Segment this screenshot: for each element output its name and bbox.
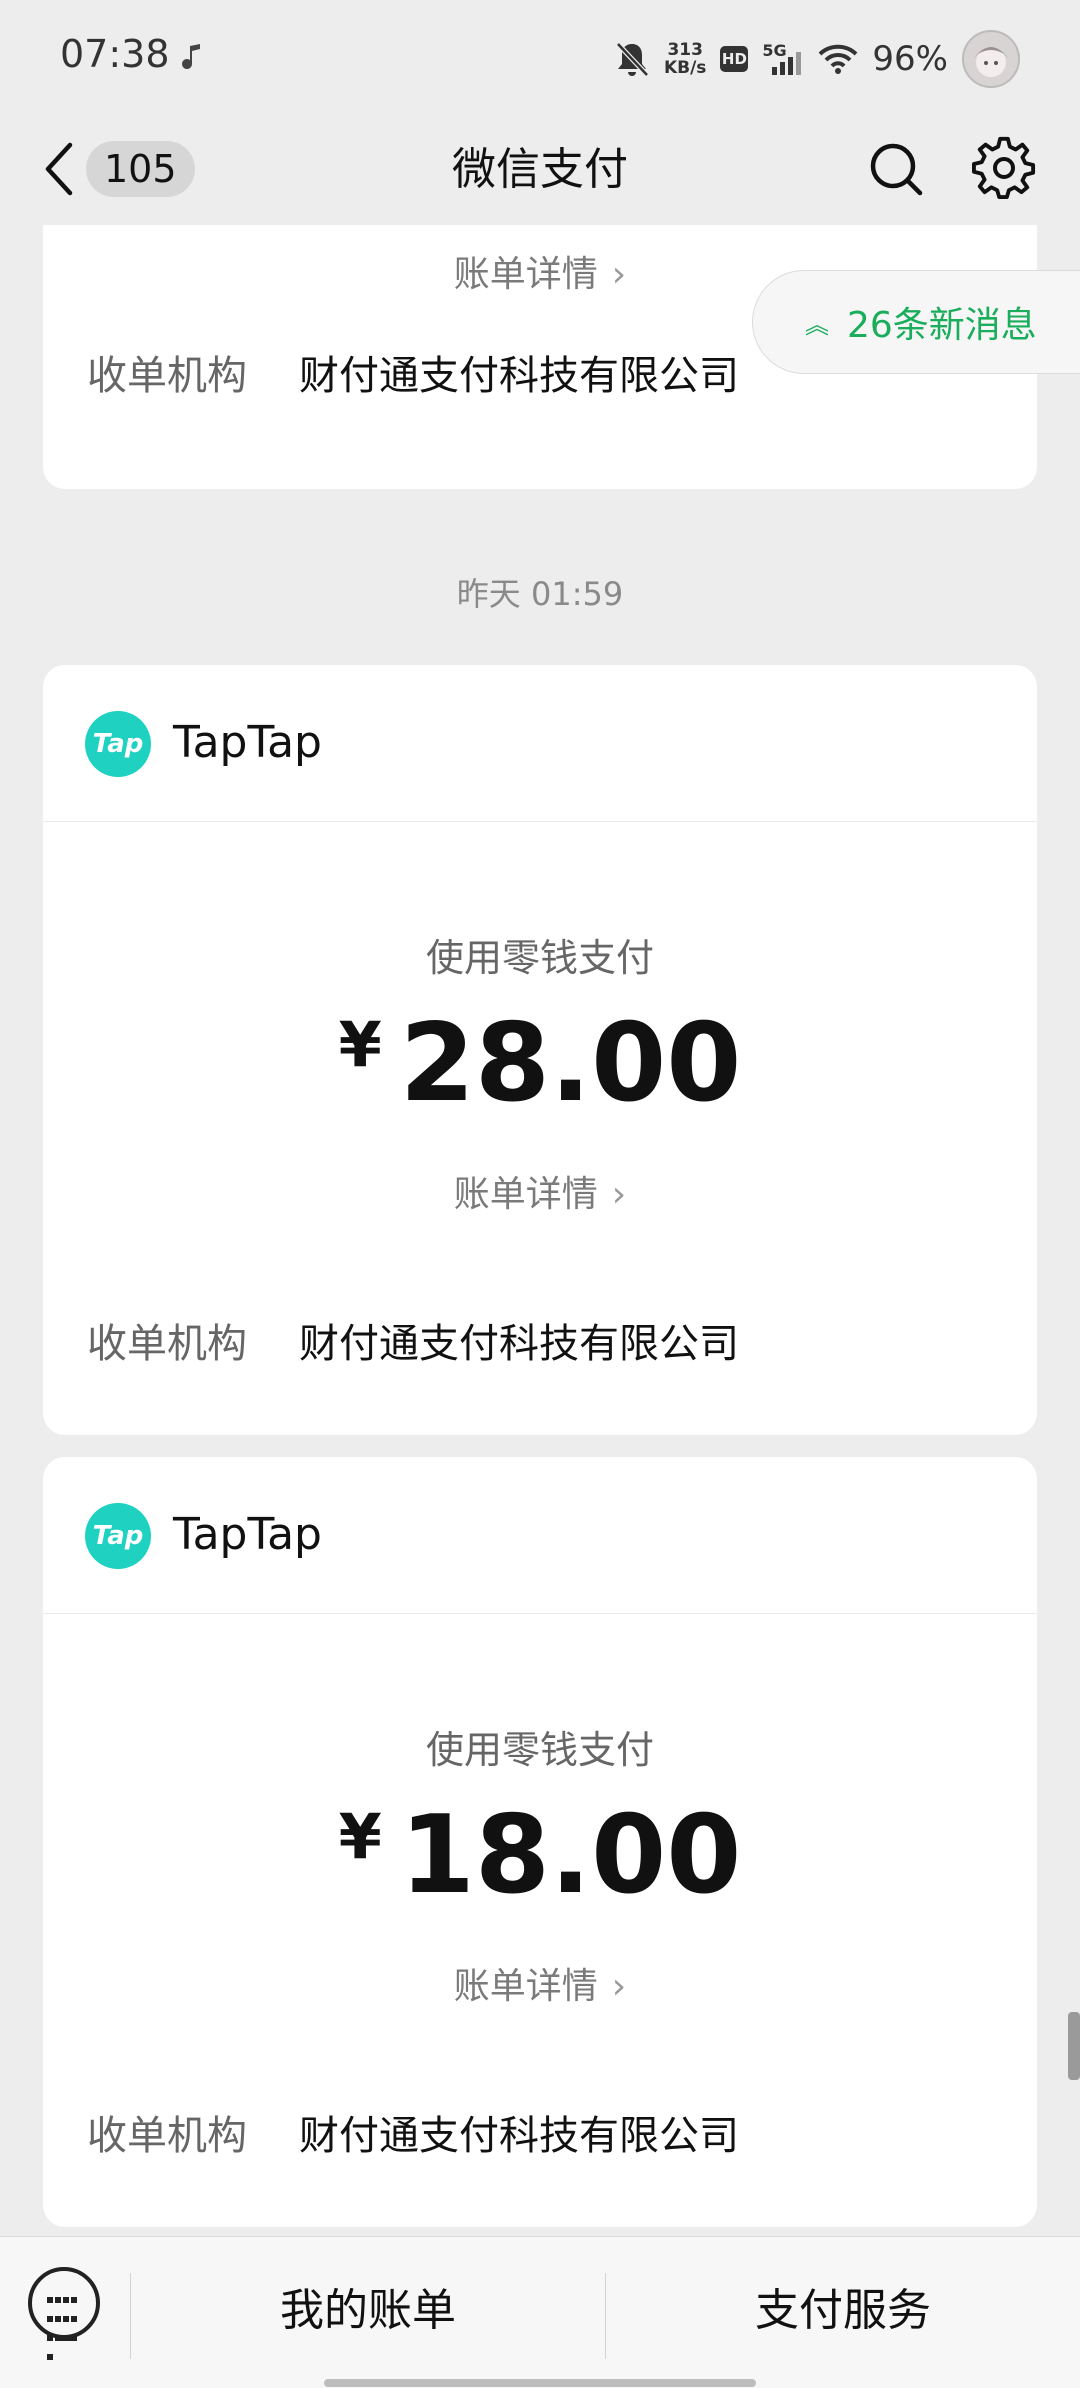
menu-my-bills[interactable]: 我的账单 [131,2281,605,2341]
wechat-pay-chat-screen: 07:38 313 KB/s HD 5G 96% 105 微信支付 账单详情 ›… [0,0,1080,2388]
menu-pay-services[interactable]: 支付服务 [606,2281,1080,2341]
payment-method: 使用零钱支付 [425,936,654,980]
status-icons: 313 KB/s HD 5G 96% [614,24,1020,94]
payment-card[interactable]: Tap TapTap 使用零钱支付 ¥18.00 账单详情 › 收单机构 财付通支… [43,1457,1037,2227]
merchant-value: 财付通支付科技有限公司 [299,353,739,399]
net-speed-unit: KB/s [663,58,707,78]
status-bar: 07:38 313 KB/s HD 5G 96% [0,0,1080,115]
search-icon[interactable] [866,135,926,201]
status-time: 07:38 [60,32,170,76]
merchant-label: 收单机构 [87,2113,247,2159]
signal-5g-icon: 5G [762,41,804,77]
bill-details-link[interactable]: 账单详情 › [43,1165,1037,1217]
new-messages-label: 26条新消息 [847,305,1037,346]
card-header: Tap TapTap [43,1457,1037,1614]
wifi-icon [819,44,858,74]
amount-value: 28.00 [399,1001,742,1126]
amount-value: 18.00 [399,1793,742,1918]
keyboard-toggle-button[interactable] [28,2267,100,2360]
bill-details-label: 账单详情 [453,1174,598,1215]
payment-amount: ¥18.00 [43,1793,1037,1918]
net-speed-value: 313 [667,40,703,60]
payment-card[interactable]: Tap TapTap 使用零钱支付 ¥28.00 账单详情 › 收单机构 财付通支… [43,665,1037,1435]
merchant-label: 收单机构 [87,353,247,399]
chevron-right-icon: › [611,1174,627,1215]
chevron-right-icon: › [611,254,627,295]
gear-icon[interactable] [972,135,1038,201]
merchant-value: 财付通支付科技有限公司 [299,2113,739,2159]
card-header: Tap TapTap [43,665,1037,822]
taptap-logo-icon: Tap [85,1503,151,1569]
home-indicator[interactable] [324,2379,756,2387]
bottom-menu-bar: 我的账单 支付服务 [0,2236,1080,2388]
message-timestamp: 昨天 01:59 [456,575,624,613]
taptap-logo-icon: Tap [85,711,151,777]
merchant-value: 财付通支付科技有限公司 [299,1321,739,1367]
bill-details-link[interactable]: 账单详情 › [43,1957,1037,2009]
music-note-icon [182,44,200,69]
chevron-right-icon: › [611,1966,627,2007]
bell-muted-icon [616,42,649,77]
avatar[interactable] [962,30,1020,88]
bill-details-label: 账单详情 [453,254,598,295]
keyboard-icon [46,2291,82,2367]
hd-icon: HD [720,46,749,72]
currency-symbol: ¥ [338,1008,382,1081]
double-chevron-up-icon: ︽ [805,310,829,339]
nav-bar: 105 微信支付 [0,115,1080,225]
bill-details-label: 账单详情 [453,1966,598,2007]
payment-amount: ¥28.00 [43,1001,1037,1126]
battery-level: 96% [872,39,948,79]
merchant-label: 收单机构 [87,1321,247,1367]
message-list[interactable]: 账单详情 › 收单机构 财付通支付科技有限公司 昨天 01:59 Tap TapT… [0,225,1080,2235]
net-speed: 313 KB/s [664,41,706,77]
payment-method: 使用零钱支付 [425,1728,654,1772]
app-name: TapTap [173,1509,322,1560]
new-messages-button[interactable]: ︽ 26条新消息 [752,270,1080,374]
app-name: TapTap [173,717,322,768]
scrollbar-thumb[interactable] [1068,2012,1080,2080]
currency-symbol: ¥ [338,1800,382,1873]
